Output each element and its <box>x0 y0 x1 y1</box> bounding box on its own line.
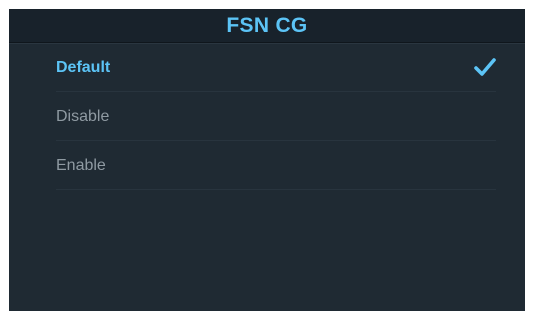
option-label: Enable <box>56 157 106 174</box>
option-label: Default <box>56 59 111 76</box>
options-list: Default Disable Enable <box>56 43 496 190</box>
option-label: Disable <box>56 108 110 125</box>
option-enable[interactable]: Enable <box>56 141 496 190</box>
title-bar: FSN CG <box>9 9 525 43</box>
checkmark-icon <box>474 57 496 77</box>
settings-panel: FSN CG Default Disable Enable <box>9 9 525 311</box>
option-disable[interactable]: Disable <box>56 92 496 141</box>
panel-title: FSN CG <box>226 14 308 37</box>
option-default[interactable]: Default <box>56 43 496 92</box>
